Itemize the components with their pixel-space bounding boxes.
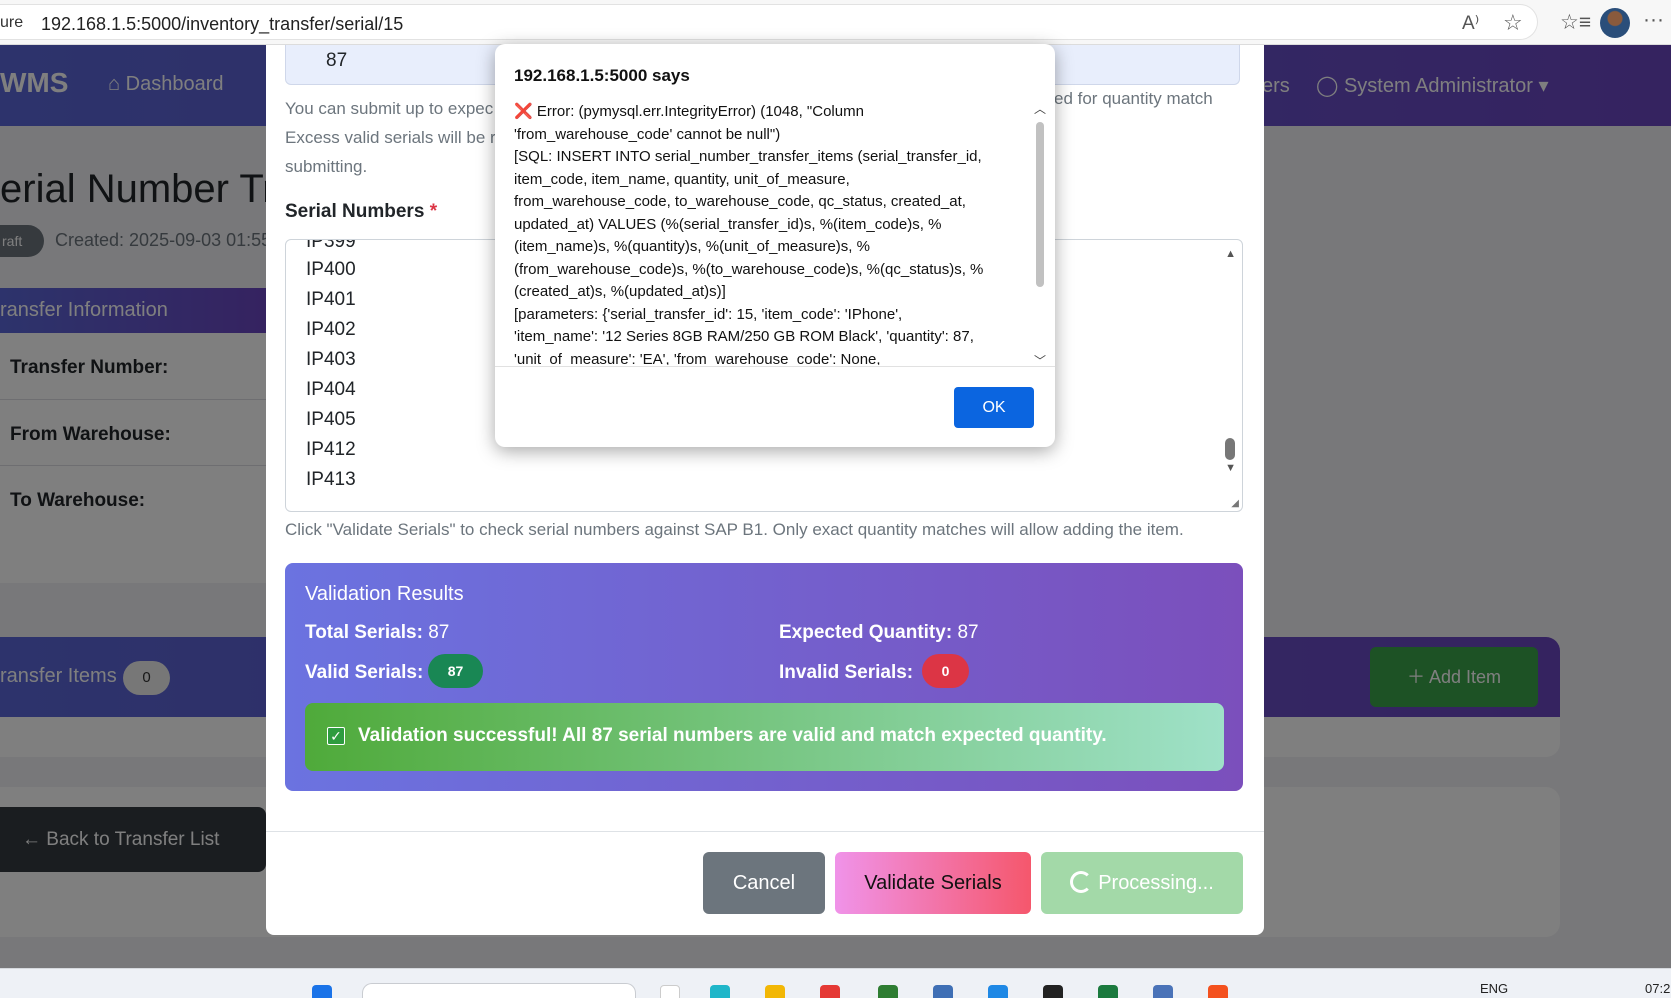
valid-serials-badge: 87 [428, 654, 483, 688]
scroll-up-icon[interactable]: ▲ [1225, 248, 1236, 260]
textarea-scrollbar-thumb[interactable] [1225, 438, 1235, 460]
alert-scrollbar[interactable]: ︿ ﹀ [1033, 100, 1049, 368]
help-line-right: ed for quantity match [1054, 89, 1213, 108]
total-serials: Total Serials: 87 [305, 622, 449, 644]
validate-serials-button[interactable]: Validate Serials [835, 852, 1031, 914]
serial-line: IP405 [306, 409, 356, 430]
serial-numbers-label: Serial Numbers * [285, 201, 437, 223]
alert-message-text: Error: (pymysql.err.IntegrityError) (104… [514, 103, 984, 365]
expected-quantity-value: 87 [957, 622, 979, 643]
favorites-icon[interactable]: ☆≡ [1560, 10, 1591, 35]
alert-message-area[interactable]: ❌ Error: (pymysql.err.IntegrityError) (1… [514, 101, 1014, 365]
serial-line: IP403 [306, 349, 356, 370]
app-icon[interactable] [1208, 985, 1228, 998]
serial-line: IP412 [306, 439, 356, 460]
error-icon: ❌ [514, 103, 533, 120]
checkmark-icon: ✓ [327, 727, 345, 745]
windows-taskbar: ENG 07:2 [0, 968, 1671, 998]
alert-divider [495, 366, 1055, 367]
read-aloud-icon[interactable]: A⁾ [1462, 12, 1479, 35]
processing-button[interactable]: Processing... [1041, 852, 1243, 914]
url-text[interactable]: 192.168.1.5:5000/inventory_transfer/seri… [41, 14, 403, 35]
serial-line: IP401 [306, 289, 356, 310]
alert-message: ❌ Error: (pymysql.err.IntegrityError) (1… [514, 101, 1014, 365]
invalid-serials-badge: 0 [922, 654, 969, 688]
language-indicator[interactable]: ENG [1480, 981, 1508, 996]
total-serials-value: 87 [428, 622, 450, 643]
app-icon[interactable] [820, 985, 840, 998]
quantity-value: 87 [326, 50, 348, 71]
serial-line: IP413 [306, 469, 356, 490]
alert-title: 192.168.1.5:5000 says [514, 66, 690, 85]
browser-toolbar: ure 192.168.1.5:5000/inventory_transfer/… [0, 0, 1671, 45]
edge-icon[interactable] [710, 985, 730, 998]
ok-button[interactable]: OK [954, 387, 1034, 428]
invalid-serials-label-text: Invalid Serials: [779, 662, 914, 683]
excel-icon[interactable] [1098, 985, 1118, 998]
serial-line: IP399 [306, 239, 356, 252]
serial-line: IP400 [306, 259, 356, 280]
app-icon[interactable] [660, 985, 680, 998]
clock[interactable]: 07:2 [1645, 981, 1670, 996]
required-marker: * [429, 201, 438, 222]
success-alert: ✓ Validation successful! All 87 serial n… [305, 703, 1224, 771]
resize-handle-icon[interactable]: ◢ [1231, 498, 1239, 509]
more-menu-icon[interactable]: ··· [1643, 8, 1664, 32]
validation-title: Validation Results [305, 583, 464, 605]
invalid-serials-label: Invalid Serials: [779, 662, 913, 684]
serial-line: IP402 [306, 319, 356, 340]
profile-avatar[interactable] [1600, 8, 1630, 38]
valid-serials-label: Valid Serials: [305, 662, 423, 684]
address-bar[interactable]: ure 192.168.1.5:5000/inventory_transfer/… [0, 4, 1538, 40]
success-message: Validation successful! All 87 serial num… [358, 725, 1107, 746]
valid-serials-label-text: Valid Serials: [305, 662, 424, 683]
calendar-icon[interactable] [988, 985, 1008, 998]
processing-label: Processing... [1098, 872, 1214, 894]
app-icon[interactable] [1043, 985, 1063, 998]
validate-help-text: Click "Validate Serials" to check serial… [285, 520, 1184, 539]
expected-quantity: Expected Quantity: 87 [779, 622, 979, 644]
folder-icon[interactable] [765, 985, 785, 998]
security-label[interactable]: ure [0, 14, 23, 32]
taskbar-search[interactable] [362, 983, 636, 998]
serial-line: IP404 [306, 379, 356, 400]
browser-alert-dialog: 192.168.1.5:5000 says ❌ Error: (pymysql.… [495, 44, 1055, 447]
serial-label-text: Serial Numbers [285, 201, 425, 222]
alert-scrollbar-thumb[interactable] [1036, 122, 1044, 287]
total-serials-label: Total Serials: [305, 622, 423, 643]
favorite-star-icon[interactable]: ☆ [1503, 10, 1523, 36]
spinner-icon [1070, 871, 1093, 893]
validation-results-card: Validation Results Total Serials: 87 Exp… [285, 563, 1243, 791]
start-icon[interactable] [312, 985, 332, 998]
app-icon[interactable] [933, 985, 953, 998]
scroll-up-icon[interactable]: ︿ [1034, 100, 1046, 117]
expected-quantity-label: Expected Quantity: [779, 622, 953, 643]
app-icon[interactable] [878, 985, 898, 998]
app-icon[interactable] [1153, 985, 1173, 998]
scroll-down-icon[interactable]: ▼ [1225, 462, 1236, 474]
modal-footer-divider [266, 831, 1264, 832]
cancel-button[interactable]: Cancel [703, 852, 825, 914]
